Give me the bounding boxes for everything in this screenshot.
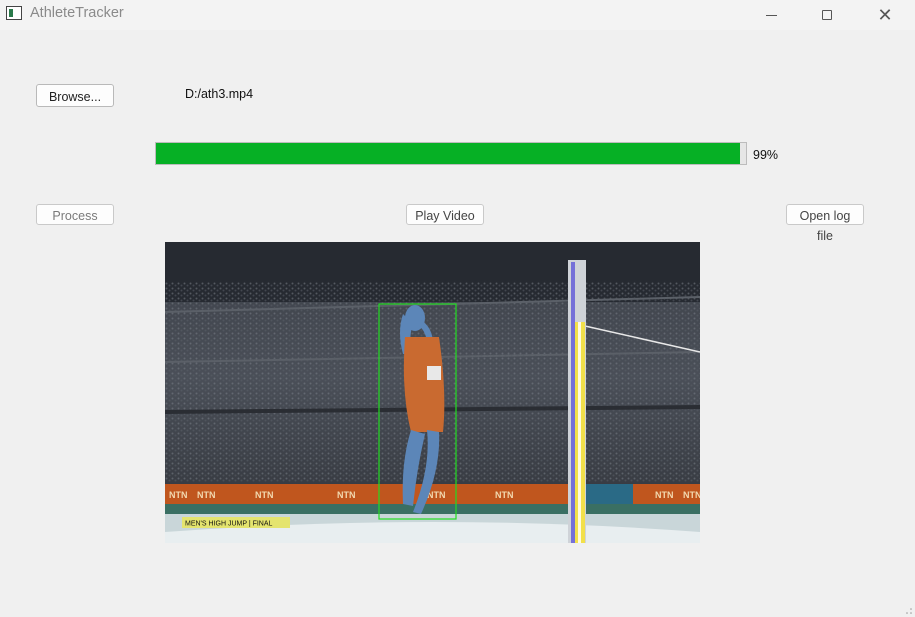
close-icon: ✕	[877, 5, 893, 25]
processing-progress-bar	[155, 142, 747, 165]
svg-text:NTN: NTN	[683, 490, 700, 500]
svg-text:NTN: NTN	[655, 490, 674, 500]
maximize-button[interactable]	[804, 0, 850, 30]
browse-button[interactable]: Browse...	[36, 84, 114, 107]
svg-text:NTN: NTN	[197, 490, 216, 500]
svg-text:NTN: NTN	[255, 490, 274, 500]
video-frame: NTN NTN NTN NTN NTN NTN NTN NTN MEN'S HI…	[165, 242, 700, 543]
progress-bar-fill	[156, 143, 741, 164]
close-button[interactable]: ✕	[862, 0, 908, 30]
minimize-button[interactable]	[748, 0, 794, 30]
process-button[interactable]: Process	[36, 204, 114, 225]
file-path-label: D:/ath3.mp4	[185, 87, 254, 101]
maximize-icon	[822, 10, 832, 20]
play-video-button[interactable]: Play Video	[406, 204, 484, 225]
svg-text:NTN: NTN	[337, 490, 356, 500]
svg-text:NTN: NTN	[495, 490, 514, 500]
window-title: AthleteTracker	[30, 5, 124, 21]
resize-grip-icon[interactable]	[905, 607, 913, 615]
minimize-icon	[765, 14, 777, 16]
svg-text:NTN: NTN	[169, 490, 188, 500]
app-window-icon	[6, 6, 22, 20]
open-log-file-button[interactable]: Open log file	[786, 204, 864, 243]
title-bar: AthleteTracker ✕	[0, 0, 915, 30]
progress-percent-label: 99%	[753, 148, 779, 162]
video-caption: MEN'S HIGH JUMP | FINAL	[185, 521, 273, 528]
